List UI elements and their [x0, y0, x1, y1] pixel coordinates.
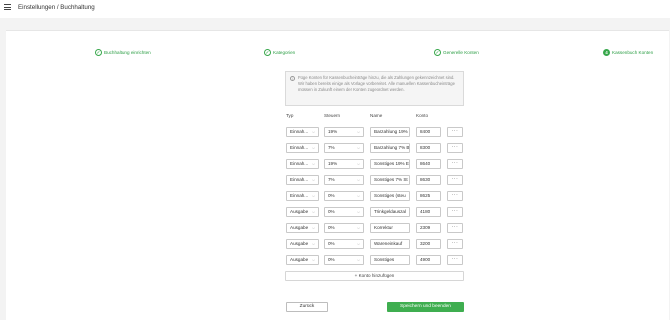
more-options-button[interactable]: ··· — [447, 175, 463, 185]
typ-select[interactable]: Einnah... ⌵ — [286, 175, 319, 185]
chevron-down-icon: ⌵ — [311, 209, 315, 214]
konto-input[interactable]: 2309 — [416, 223, 441, 233]
steuern-select[interactable]: 0% ⌵ — [324, 223, 364, 233]
table-row: Ausgabe ⌵ 0% ⌵ Sonstiges 4900 ··· — [6, 255, 669, 265]
step-label: Buchhaltung einrichten — [104, 50, 151, 55]
check-circle-icon: ✓ — [434, 49, 441, 56]
info-text: Füge Konten für Kassenbucheinträge hinzu… — [298, 75, 455, 92]
table-row: Ausgabe ⌵ 0% ⌵ Trinkgeldauszal 4180 ··· — [6, 207, 669, 217]
steuern-select[interactable]: 0% ⌵ — [324, 239, 364, 249]
steuern-select[interactable]: 19% ⌵ — [324, 127, 364, 137]
konto-input[interactable]: 3200 — [416, 239, 441, 249]
typ-select[interactable]: Ausgabe ⌵ — [286, 207, 319, 217]
chevron-down-icon: ⌵ — [311, 129, 315, 134]
table-row: Ausgabe ⌵ 0% ⌵ Wareneinkauf 3200 ··· — [6, 239, 669, 249]
chevron-down-icon: ⌵ — [356, 145, 360, 150]
name-input[interactable]: Barzahlung 19% — [370, 127, 410, 137]
column-header-name: Name — [370, 113, 383, 118]
table-row: Ausgabe ⌵ 0% ⌵ Korrektur 2309 ··· — [6, 223, 669, 233]
chevron-down-icon: ⌵ — [311, 193, 315, 198]
stepper: ✓ Buchhaltung einrichten ✓ Kategorien ✓ … — [6, 31, 669, 71]
chevron-down-icon: ⌵ — [311, 177, 315, 182]
column-header-typ: Typ — [286, 113, 294, 118]
name-input[interactable]: Sonstiges 19% Ei — [370, 159, 410, 169]
chevron-down-icon: ⌵ — [311, 225, 315, 230]
more-options-button[interactable]: ··· — [447, 159, 463, 169]
info-box: i Füge Konten für Kassenbucheinträge hin… — [285, 71, 464, 106]
chevron-down-icon: ⌵ — [356, 257, 360, 262]
check-circle-icon: ✓ — [264, 49, 271, 56]
more-options-button[interactable]: ··· — [447, 239, 463, 249]
step-label: Generelle Konten — [443, 50, 479, 55]
name-input[interactable]: Wareneinkauf — [370, 239, 410, 249]
name-input[interactable]: Barzahlung 7% B — [370, 143, 410, 153]
step-buchhaltung-einrichten[interactable]: ✓ Buchhaltung einrichten — [95, 49, 151, 56]
table-row: Einnah... ⌵ 0% ⌵ Sonstiges (steu 8625 ··· — [6, 191, 669, 201]
column-header-steuern: Steuern — [324, 113, 341, 118]
step-generelle-konten[interactable]: ✓ Generelle Konten — [434, 49, 479, 56]
steuern-select[interactable]: 7% ⌵ — [324, 143, 364, 153]
steuern-select[interactable]: 7% ⌵ — [324, 175, 364, 185]
chevron-down-icon: ⌵ — [356, 193, 360, 198]
step-label: Kassenbuch Konten — [612, 50, 654, 55]
column-header-konto: Konto — [416, 113, 429, 118]
hamburger-menu-icon[interactable] — [4, 4, 11, 11]
name-input[interactable]: Korrektur — [370, 223, 410, 233]
steuern-select[interactable]: 19% ⌵ — [324, 159, 364, 169]
top-bar: Einstellungen / Buchhaltung — [0, 0, 670, 18]
breadcrumb: Einstellungen / Buchhaltung — [18, 4, 95, 11]
typ-select[interactable]: Einnah... ⌵ — [286, 127, 319, 137]
name-input[interactable]: Sonstiges — [370, 255, 410, 265]
chevron-down-icon: ⌵ — [356, 241, 360, 246]
chevron-down-icon: ⌵ — [356, 161, 360, 166]
konto-input[interactable]: 8625 — [416, 191, 441, 201]
konto-input[interactable]: 4180 — [416, 207, 441, 217]
chevron-down-icon: ⌵ — [311, 145, 315, 150]
save-and-finish-button[interactable]: Speichern und beenden — [387, 302, 464, 312]
more-options-button[interactable]: ··· — [447, 191, 463, 201]
chevron-down-icon: ⌵ — [311, 161, 315, 166]
step-kategorien[interactable]: ✓ Kategorien — [264, 49, 295, 56]
table-row: Einnah... ⌵ 19% ⌵ Sonstiges 19% Ei 8640 ··… — [6, 159, 669, 169]
name-input[interactable]: Sonstiges (steu — [370, 191, 410, 201]
more-options-button[interactable]: ··· — [447, 223, 463, 233]
step-kassenbuch-konten[interactable]: 4 Kassenbuch Konten — [603, 49, 653, 56]
more-options-button[interactable]: ··· — [447, 255, 463, 265]
steuern-select[interactable]: 0% ⌵ — [324, 191, 364, 201]
steuern-select[interactable]: 0% ⌵ — [324, 207, 364, 217]
back-button[interactable]: Zurück — [286, 302, 328, 312]
typ-select[interactable]: Einnah... ⌵ — [286, 159, 319, 169]
chevron-down-icon: ⌵ — [311, 257, 315, 262]
chevron-down-icon: ⌵ — [356, 177, 360, 182]
info-icon: i — [290, 76, 295, 81]
add-account-button[interactable]: + Konto hinzufügen — [285, 271, 464, 281]
name-input[interactable]: Trinkgeldauszal — [370, 207, 410, 217]
more-options-button[interactable]: ··· — [447, 127, 463, 137]
table-row: Einnah... ⌵ 7% ⌵ Barzahlung 7% B 8300 ··· — [6, 143, 669, 153]
check-circle-icon: ✓ — [95, 49, 102, 56]
chevron-down-icon: ⌵ — [356, 225, 360, 230]
konto-input[interactable]: 4900 — [416, 255, 441, 265]
chevron-down-icon: ⌵ — [356, 209, 360, 214]
typ-select[interactable]: Einnah... ⌵ — [286, 191, 319, 201]
table-row: Einnah... ⌵ 19% ⌵ Barzahlung 19% 8400 ··· — [6, 127, 669, 137]
konto-input[interactable]: 8400 — [416, 127, 441, 137]
name-input[interactable]: Sonstiges 7% St — [370, 175, 410, 185]
step-number: 4 — [603, 49, 610, 56]
settings-card: ✓ Buchhaltung einrichten ✓ Kategorien ✓ … — [6, 30, 669, 320]
chevron-down-icon: ⌵ — [311, 241, 315, 246]
typ-select[interactable]: Ausgabe ⌵ — [286, 255, 319, 265]
steuern-select[interactable]: 0% ⌵ — [324, 255, 364, 265]
konto-input[interactable]: 8640 — [416, 159, 441, 169]
chevron-down-icon: ⌵ — [356, 129, 360, 134]
typ-select[interactable]: Einnah... ⌵ — [286, 143, 319, 153]
table-row: Einnah... ⌵ 7% ⌵ Sonstiges 7% St 8630 ··· — [6, 175, 669, 185]
more-options-button[interactable]: ··· — [447, 143, 463, 153]
typ-select[interactable]: Ausgabe ⌵ — [286, 239, 319, 249]
step-label: Kategorien — [273, 50, 296, 55]
more-options-button[interactable]: ··· — [447, 207, 463, 217]
typ-select[interactable]: Ausgabe ⌵ — [286, 223, 319, 233]
konto-input[interactable]: 8300 — [416, 143, 441, 153]
konto-input[interactable]: 8630 — [416, 175, 441, 185]
